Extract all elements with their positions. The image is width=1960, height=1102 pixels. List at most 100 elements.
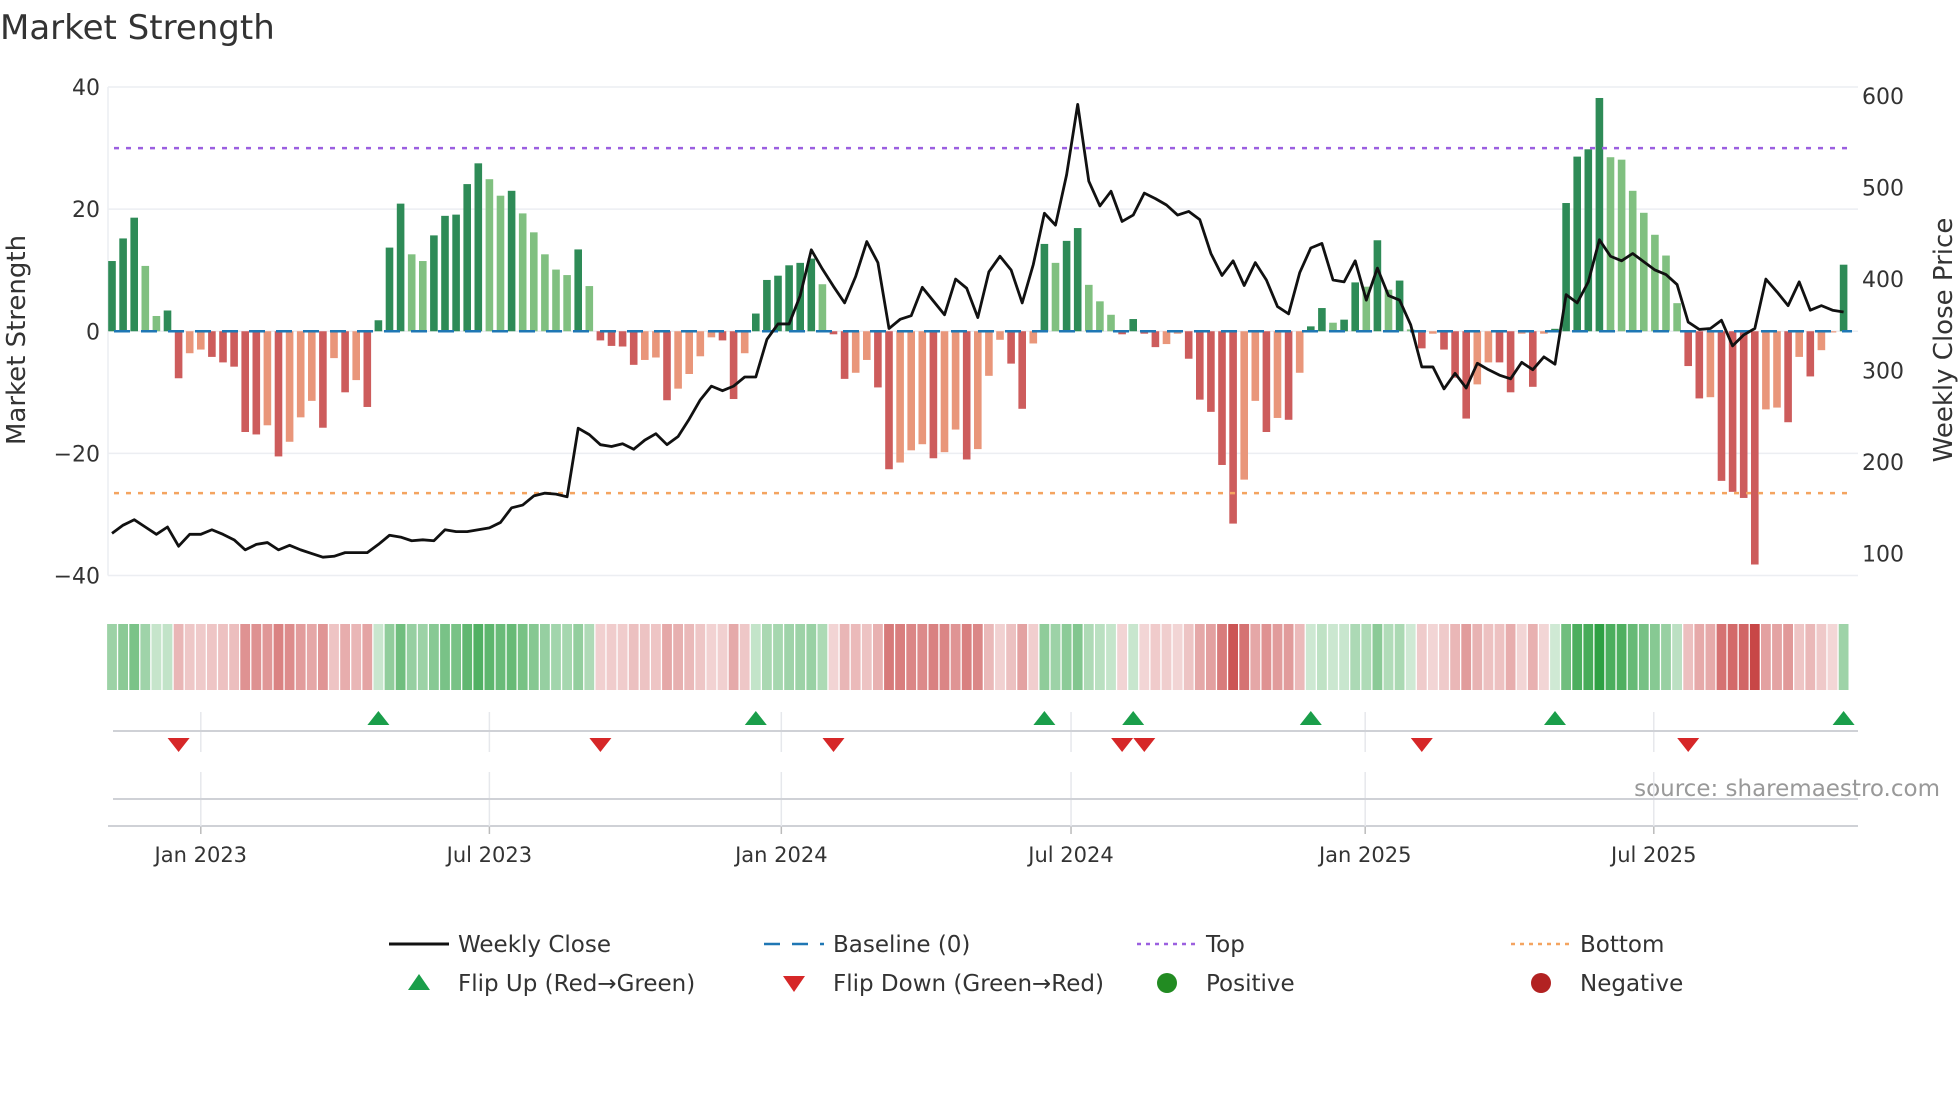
legend-label: Flip Up (Red→Green) <box>458 971 695 997</box>
strength-heat-cell <box>1672 624 1682 690</box>
strength-bar <box>1473 331 1482 385</box>
strength-bar <box>1784 331 1792 423</box>
strength-heat-cell <box>984 624 994 690</box>
strength-bar <box>319 331 327 428</box>
right-axis-label: Weekly Close Price <box>1929 218 1959 463</box>
strength-bar <box>463 184 471 332</box>
strength-heat-cell <box>1239 624 1250 690</box>
strength-bar <box>807 258 816 332</box>
flip-up-marker <box>1832 711 1855 725</box>
strength-bar <box>1651 234 1659 332</box>
strength-heat-cell <box>795 624 806 690</box>
strength-heat-cell <box>939 624 950 690</box>
flip-down-marker <box>822 738 845 752</box>
strength-heat-cell <box>1294 624 1305 690</box>
strength-bar <box>1218 331 1226 465</box>
strength-bar <box>1706 331 1715 398</box>
strength-bar <box>407 254 416 332</box>
strength-heat-cell <box>1183 624 1194 690</box>
triangle-up-icon <box>408 974 430 990</box>
strength-bar <box>1273 331 1282 418</box>
strength-bar <box>1584 149 1593 332</box>
left-tick-label: 0 <box>86 320 100 345</box>
strength-heat-cell <box>1439 624 1449 690</box>
strength-heat-cell <box>118 624 128 690</box>
x-tick-label: Jan 2025 <box>1317 843 1412 867</box>
strength-bar <box>141 265 150 332</box>
strength-heat-cell <box>1594 624 1605 690</box>
strength-heat-cell <box>517 624 528 690</box>
strength-bar <box>1728 331 1737 492</box>
strength-bar <box>629 331 638 365</box>
strength-heat-cell <box>1250 624 1261 690</box>
strength-heat-cell <box>1794 624 1805 690</box>
strength-bar <box>1662 255 1670 332</box>
strength-bar <box>729 331 738 400</box>
right-tick-label: 500 <box>1862 177 1904 202</box>
strength-bar <box>663 331 671 401</box>
strength-heat-cell <box>1550 624 1560 690</box>
strength-bar <box>485 179 494 332</box>
strength-heat-cell <box>1561 624 1571 690</box>
strength-heat-cell <box>917 624 928 690</box>
strength-bar <box>1062 240 1071 332</box>
strength-bar <box>962 331 971 460</box>
strength-bar <box>851 331 860 373</box>
strength-heat-cell <box>1017 624 1028 690</box>
legend-label: Positive <box>1206 971 1295 997</box>
strength-heat-cell <box>717 624 728 690</box>
strength-bar <box>1751 331 1759 565</box>
strength-bar <box>1617 159 1626 332</box>
strength-heat-cell <box>595 624 606 690</box>
strength-heat-cell <box>306 624 317 690</box>
strength-bar <box>1229 331 1237 524</box>
strength-heat-cell <box>1483 624 1494 690</box>
strength-bar <box>1418 331 1426 349</box>
strength-heat-cell <box>1527 624 1538 690</box>
strength-heat-cell <box>1694 624 1705 690</box>
strength-bar <box>951 331 960 430</box>
strength-bar <box>119 238 127 332</box>
strength-heat-cell <box>451 624 461 690</box>
strength-bar <box>219 331 227 363</box>
strength-heat-cell <box>1117 624 1127 690</box>
strength-bar <box>740 331 749 354</box>
strength-heat-cell <box>1772 624 1782 690</box>
strength-bar <box>974 331 982 450</box>
strength-heat-cell <box>1505 624 1516 690</box>
strength-heat-cell <box>218 624 228 690</box>
strength-bar <box>1684 331 1692 367</box>
strength-bar <box>341 331 349 393</box>
positive-dot-icon <box>1157 973 1177 993</box>
strength-heat-cell <box>262 624 273 690</box>
strength-heat-cell <box>1461 624 1472 690</box>
strength-heat-cell <box>684 624 695 690</box>
strength-heat-cell <box>384 624 395 690</box>
strength-heat-cell <box>151 624 162 690</box>
strength-heat-cell <box>440 624 450 690</box>
strength-heat-cell <box>1328 624 1338 690</box>
strength-heat-cell <box>651 624 661 690</box>
strength-bar <box>563 275 571 332</box>
strength-heat-cell <box>662 624 672 690</box>
strength-bar <box>263 331 272 426</box>
strength-bar <box>1151 331 1160 348</box>
strength-bar <box>185 331 194 354</box>
strength-bar <box>1085 284 1093 332</box>
strength-bar <box>396 203 405 332</box>
strength-bar <box>1207 331 1215 412</box>
strength-heat-cell <box>1738 624 1749 690</box>
strength-bar <box>452 214 460 332</box>
strength-bar <box>1673 303 1681 332</box>
strength-bar <box>1506 331 1515 393</box>
x-tick-label: Jan 2024 <box>733 843 828 867</box>
strength-bar <box>241 331 249 433</box>
strength-heat-cell <box>495 624 506 690</box>
strength-heat-cell <box>750 624 761 690</box>
strength-heat-cell <box>1705 624 1716 690</box>
strength-bar <box>1573 156 1581 332</box>
strength-heat-cell <box>1228 624 1238 690</box>
strength-heat-cell <box>617 624 628 690</box>
strength-heat-cell <box>1783 624 1793 690</box>
strength-bar <box>1451 331 1459 378</box>
